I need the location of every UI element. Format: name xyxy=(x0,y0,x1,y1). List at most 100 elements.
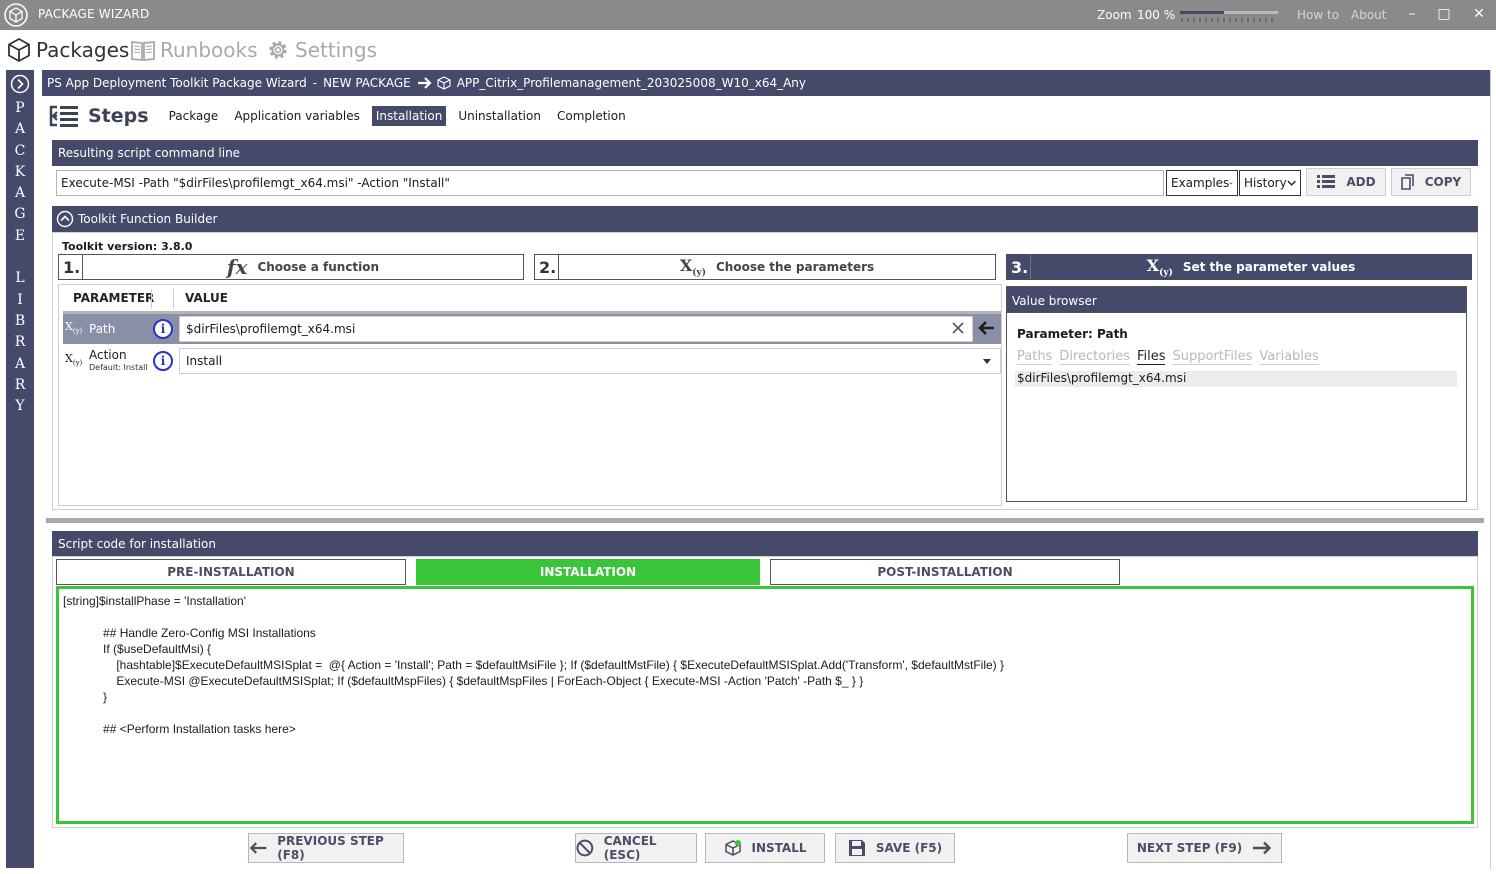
value-browser-item[interactable]: $dirFiles\profilemgt_x64.msi xyxy=(1015,371,1457,387)
breadcrumb-dash: - xyxy=(312,76,318,90)
parameter-value-select[interactable]: Install xyxy=(179,348,1001,374)
info-icon[interactable]: i xyxy=(153,319,173,339)
tab-uninstallation[interactable]: Uninstallation xyxy=(454,106,545,126)
nav-runbooks-label: Runbooks xyxy=(160,38,258,62)
step-choose-function[interactable]: 1. fx Choose a function xyxy=(58,254,524,280)
cancel-button[interactable]: CANCEL (ESC) xyxy=(575,833,697,863)
examples-dropdown-label: Examples xyxy=(1171,176,1230,190)
vb-tab-supportfiles[interactable]: SupportFiles xyxy=(1172,349,1253,365)
cancel-icon xyxy=(576,839,594,857)
vb-tab-directories[interactable]: Directories xyxy=(1059,349,1130,365)
command-line-field[interactable]: Execute-MSI -Path "$dirFiles\profilemgt_… xyxy=(56,170,1164,196)
step-choose-parameters[interactable]: 2. X(y) Choose the parameters xyxy=(534,254,996,280)
parameter-value-input[interactable]: $dirFiles\profilemgt_x64.msi xyxy=(179,316,973,342)
vb-tab-variables[interactable]: Variables xyxy=(1259,349,1319,365)
history-dropdown[interactable]: History xyxy=(1239,170,1301,196)
toolkit-builder-header-label: Toolkit Function Builder xyxy=(78,212,218,226)
package-library-label: P A C K A G E L I B R A R Y xyxy=(14,100,26,415)
maximize-button[interactable]: □ xyxy=(1435,5,1453,23)
install-button[interactable]: INSTALL xyxy=(705,833,825,863)
zoom-value: 100 % xyxy=(1137,8,1176,22)
toolkit-version-value: 3.8.0 xyxy=(161,240,193,253)
save-label: SAVE (F5) xyxy=(875,841,943,855)
info-icon[interactable]: i xyxy=(153,351,173,371)
toolkit-version-label: Toolkit version: xyxy=(62,240,158,253)
nav-packages-label: Packages xyxy=(36,38,130,62)
value-browser-tabs: Paths Directories Files SupportFiles Var… xyxy=(1017,349,1326,365)
add-button[interactable]: ADD xyxy=(1306,168,1386,196)
close-button[interactable]: ✕ xyxy=(1470,5,1488,23)
package-cube-icon xyxy=(4,3,28,27)
function-icon: fx xyxy=(226,255,248,279)
chevron-down-icon xyxy=(1229,181,1233,184)
command-line-header-label: Resulting script command line xyxy=(58,146,241,160)
steps-bar: Steps Package Application variables Inst… xyxy=(48,102,638,130)
nav-runbooks[interactable]: Runbooks xyxy=(130,36,258,64)
vb-tab-files[interactable]: Files xyxy=(1136,349,1166,365)
parameter-row-action[interactable]: X(y) Action Default: Install i Install xyxy=(63,346,1001,376)
package-library-sidebar[interactable]: P A C K A G E L I B R A R Y xyxy=(6,70,34,868)
tab-package[interactable]: Package xyxy=(165,106,223,126)
gear-icon xyxy=(269,41,287,59)
zoom-slider[interactable] xyxy=(1180,9,1278,23)
examples-dropdown[interactable]: Examples xyxy=(1166,170,1238,196)
breadcrumb-wizard: PS App Deployment Toolkit Package Wizard xyxy=(47,76,307,90)
cancel-label: CANCEL (ESC) xyxy=(603,834,657,862)
install-label: INSTALL xyxy=(751,841,807,855)
step-set-parameter-values[interactable]: 3. X(y) Set the parameter values xyxy=(1006,254,1472,280)
toolkit-builder-header[interactable]: Toolkit Function Builder xyxy=(52,206,1478,232)
script-code-header: Script code for installation xyxy=(52,531,1478,557)
tab-application-variables[interactable]: Application variables xyxy=(230,106,364,126)
clear-icon[interactable] xyxy=(951,321,965,335)
value-browser-header: Value browser xyxy=(1007,287,1466,313)
minimize-button[interactable]: – xyxy=(1403,5,1421,23)
step-choose-function-label: Choose a function xyxy=(257,260,380,274)
steps-title: Steps xyxy=(88,105,149,127)
parameters-grid: PARAMETER VALUE X(y) Path i $dirFiles\pr… xyxy=(58,284,1002,506)
tab-installation[interactable]: Installation xyxy=(371,106,447,126)
parameter-default: Default: Install xyxy=(89,363,148,372)
step-set-parameter-values-label: Set the parameter values xyxy=(1182,260,1356,274)
value-browser-parameter: Parameter: Path xyxy=(1017,327,1128,341)
steps-list-icon xyxy=(49,105,78,127)
arrow-right-icon xyxy=(417,77,432,89)
how-to-link[interactable]: How to xyxy=(1297,8,1339,22)
variable-icon: X(y) xyxy=(65,320,83,336)
breadcrumb-new-package: NEW PACKAGE xyxy=(323,76,411,90)
breadcrumb-package-name: APP_Citrix_Profilemanagement_203025008_W… xyxy=(456,76,807,90)
save-button[interactable]: SAVE (F5) xyxy=(835,833,955,863)
copy-button[interactable]: COPY xyxy=(1391,168,1471,196)
tab-post-installation[interactable]: POST-INSTALLATION xyxy=(770,559,1120,585)
tab-installation-code[interactable]: INSTALLATION xyxy=(416,559,760,585)
save-icon xyxy=(848,840,865,856)
parameter-row-path[interactable]: X(y) Path i $dirFiles\profilemgt_x64.msi xyxy=(63,314,1001,344)
script-code-header-label: Script code for installation xyxy=(58,537,216,551)
cube-icon xyxy=(8,37,30,63)
add-button-label: ADD xyxy=(1346,175,1376,189)
chevron-down-icon[interactable] xyxy=(983,359,991,364)
previous-step-label: PREVIOUS STEP (F8) xyxy=(277,834,384,862)
command-line-header: Resulting script command line xyxy=(52,140,1478,166)
step-choose-parameters-label: Choose the parameters xyxy=(715,260,875,274)
vb-tab-paths[interactable]: Paths xyxy=(1017,349,1053,365)
insert-arrow-icon[interactable] xyxy=(977,320,995,336)
about-link[interactable]: About xyxy=(1351,8,1386,22)
arrow-right-icon xyxy=(1253,841,1272,855)
next-step-label: NEXT STEP (F9) xyxy=(1136,841,1243,855)
script-code-editor[interactable]: [string]$installPhase = 'Installation' #… xyxy=(56,586,1474,824)
collapse-icon[interactable] xyxy=(56,210,74,228)
breadcrumb: PS App Deployment Toolkit Package Wizard… xyxy=(42,70,1490,96)
nav-settings[interactable]: Settings xyxy=(265,36,377,64)
expand-arrow-icon[interactable] xyxy=(10,74,30,94)
tab-pre-installation[interactable]: PRE-INSTALLATION xyxy=(56,559,406,585)
panel-splitter[interactable] xyxy=(46,518,1484,523)
chevron-down-icon xyxy=(1287,180,1296,186)
nav-packages[interactable]: Packages xyxy=(6,36,129,64)
next-step-button[interactable]: NEXT STEP (F9) xyxy=(1127,833,1282,863)
app-title: PACKAGE WIZARD xyxy=(38,7,150,21)
previous-step-button[interactable]: PREVIOUS STEP (F8) xyxy=(248,833,404,863)
parameter-name: Action xyxy=(89,348,127,362)
nav-settings-label: Settings xyxy=(295,38,378,62)
parameter-name: Path xyxy=(89,322,116,336)
tab-completion[interactable]: Completion xyxy=(553,106,630,126)
